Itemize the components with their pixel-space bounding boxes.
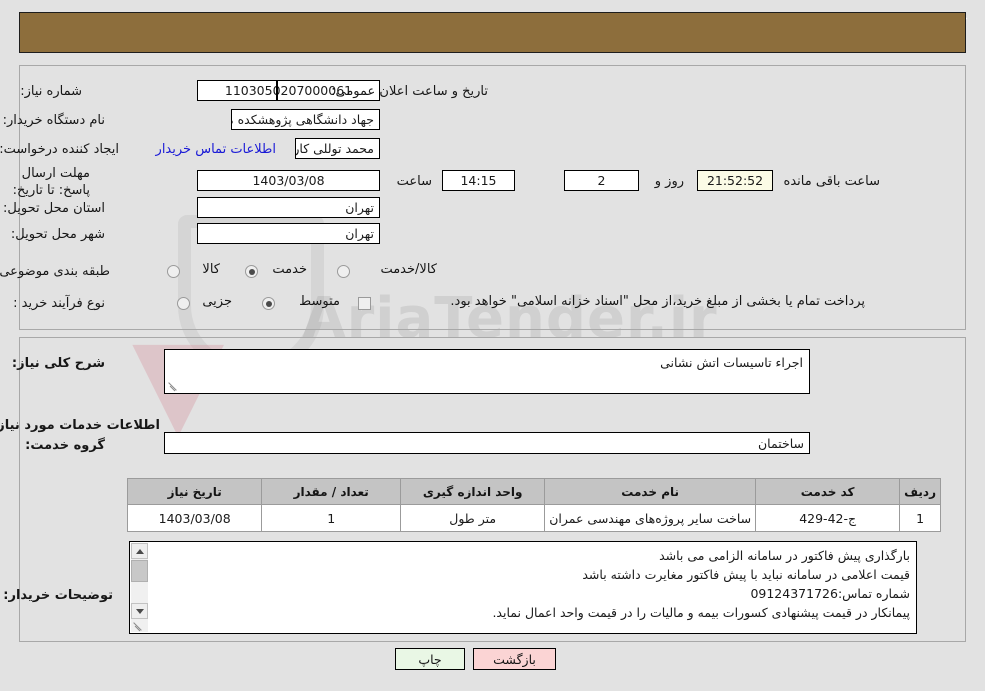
buyer-remarks-label: توضیحات خریدار: <box>3 588 113 603</box>
category-label: طبقه بندی موضوعی: <box>0 264 110 279</box>
category-radio-kala-khedmat[interactable] <box>337 265 350 278</box>
countdown-timer-value: 21:52:52 <box>697 170 773 191</box>
table-header-quantity: تعداد / مقدار <box>261 478 402 505</box>
deadline-date-value: 1403/03/08 <box>197 170 380 191</box>
buyer-remarks-value: بارگذاری پیش فاکتور در سامانه الزامی می … <box>492 548 910 620</box>
category-option-kala-khedmat-label: کالا/خدمت <box>380 262 437 277</box>
days-remaining-label: روز و <box>654 174 684 189</box>
deadline-time-value: 14:15 <box>442 170 515 191</box>
announce-datetime-label: تاریخ و ساعت اعلان عمومی: <box>331 84 488 99</box>
table-header-service-code: کد خدمت <box>755 478 901 505</box>
process-type-label: نوع فرآیند خرید : <box>13 296 105 311</box>
cell-need-date: 1403/03/08 <box>127 504 263 532</box>
services-section-title: اطلاعات خدمات مورد نیاز <box>0 418 160 433</box>
service-group-value: ساختمان <box>164 432 810 454</box>
scroll-down-button[interactable] <box>131 603 148 619</box>
delivery-city-value: تهران <box>197 223 380 244</box>
scroll-up-button[interactable] <box>131 543 148 559</box>
announce-datetime-value: 1403/03/05 - 14:09 <box>276 80 278 101</box>
resize-grip-icon[interactable] <box>132 621 143 632</box>
deadline-hour-label: ساعت <box>396 174 432 189</box>
delivery-province-value: تهران <box>197 197 380 218</box>
requester-value: محمد توللی کاربرداز جهاد دانشگاهی پژوهشک… <box>295 138 380 159</box>
remarks-scrollbar[interactable] <box>131 543 148 632</box>
need-details-page: جزئیات اطلاعات نیاز ▼ AriaTender.ir شمار… <box>0 0 985 691</box>
need-info-panel <box>19 65 966 330</box>
need-number-label: شماره نیاز: <box>20 84 82 99</box>
services-table: ردیف کد خدمت نام خدمت واحد اندازه گیری ت… <box>127 478 941 532</box>
resize-grip-icon[interactable] <box>167 381 178 392</box>
category-option-khedmat-label: خدمت <box>272 262 307 277</box>
page-header-bar <box>19 12 966 53</box>
arrow-down-icon <box>135 608 144 614</box>
scrollbar-thumb[interactable] <box>131 560 148 582</box>
general-description-textarea[interactable]: اجراء تاسیسات اتش نشانی <box>164 349 810 394</box>
print-button[interactable]: چاپ <box>395 648 465 670</box>
table-header-need-date: تاریخ نیاز <box>127 478 263 505</box>
service-group-label: گروه خدمت: <box>25 438 105 453</box>
back-button[interactable]: بازگشت <box>473 648 556 670</box>
process-option-motavaset-label: متوسط <box>299 294 340 309</box>
arrow-up-icon <box>135 548 144 554</box>
general-description-value: اجراء تاسیسات اتش نشانی <box>660 355 803 370</box>
buyer-org-value: جهاد دانشگاهی پژوهشکده معتمد <box>231 109 380 130</box>
treasury-bonds-checkbox[interactable] <box>358 297 371 310</box>
delivery-city-label: شهر محل تحویل: <box>10 227 105 242</box>
category-option-kala-label: کالا <box>202 262 220 277</box>
table-row: 1 ج-42-429 ساخت سایر پروژه‌های مهندسی عم… <box>127 504 941 532</box>
requester-label: ایجاد کننده درخواست: <box>0 142 119 157</box>
table-header-service-name: نام خدمت <box>544 478 757 505</box>
process-radio-jozee[interactable] <box>177 297 190 310</box>
buyer-remarks-textarea[interactable]: بارگذاری پیش فاکتور در سامانه الزامی می … <box>129 541 917 634</box>
buyer-org-label: نام دستگاه خریدار: <box>2 113 105 128</box>
cell-row-number: 1 <box>899 504 941 532</box>
table-header-unit: واحد اندازه گیری <box>400 478 546 505</box>
treasury-bonds-text: پرداخت تمام یا بخشی از مبلغ خرید،از محل … <box>450 294 865 309</box>
process-radio-motavaset[interactable] <box>262 297 275 310</box>
cell-service-name: ساخت سایر پروژه‌های مهندسی عمران <box>544 504 757 532</box>
cell-unit: متر طول <box>400 504 546 532</box>
delivery-province-label: استان محل تحویل: <box>3 201 105 216</box>
days-remaining-value: 2 <box>564 170 639 191</box>
process-option-jozee-label: جزیی <box>202 294 232 309</box>
category-radio-khedmat[interactable] <box>245 265 258 278</box>
category-radio-kala[interactable] <box>167 265 180 278</box>
buyer-contact-link[interactable]: اطلاعات تماس خریدار <box>156 142 276 157</box>
cell-quantity: 1 <box>261 504 402 532</box>
countdown-label: ساعت باقی مانده <box>783 174 880 189</box>
deadline-label: مهلت ارسال پاسخ: تا تاریخ: <box>12 166 90 198</box>
cell-service-code: ج-42-429 <box>755 504 901 532</box>
table-header-row-number: ردیف <box>899 478 941 505</box>
general-description-label: شرح کلی نیاز: <box>11 356 105 371</box>
table-header-row: ردیف کد خدمت نام خدمت واحد اندازه گیری ت… <box>127 478 941 505</box>
